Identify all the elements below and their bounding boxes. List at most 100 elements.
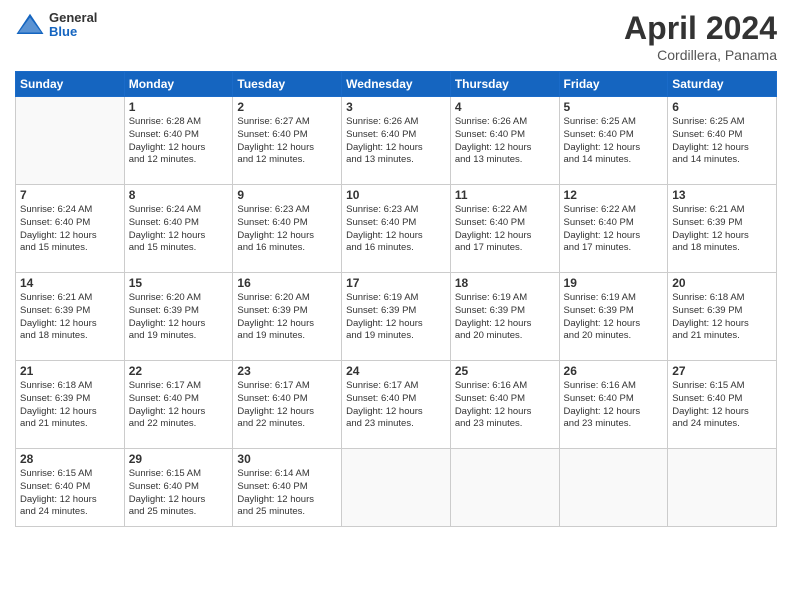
day-number: 19 <box>564 276 664 290</box>
day-info: Sunrise: 6:22 AM Sunset: 6:40 PM Dayligh… <box>455 204 555 255</box>
day-number: 24 <box>346 364 446 378</box>
table-row: 13 Sunrise: 6:21 AM Sunset: 6:39 PM Dayli… <box>668 185 777 273</box>
day-info: Sunrise: 6:16 AM Sunset: 6:40 PM Dayligh… <box>564 380 664 431</box>
table-row: 26 Sunrise: 6:16 AM Sunset: 6:40 PM Dayli… <box>559 361 668 449</box>
col-sunday: Sunday <box>16 72 125 97</box>
day-info: Sunrise: 6:20 AM Sunset: 6:39 PM Dayligh… <box>129 292 229 343</box>
day-info: Sunrise: 6:19 AM Sunset: 6:39 PM Dayligh… <box>564 292 664 343</box>
col-wednesday: Wednesday <box>342 72 451 97</box>
day-number: 2 <box>237 100 337 114</box>
day-info: Sunrise: 6:28 AM Sunset: 6:40 PM Dayligh… <box>129 116 229 167</box>
day-info: Sunrise: 6:27 AM Sunset: 6:40 PM Dayligh… <box>237 116 337 167</box>
day-info: Sunrise: 6:18 AM Sunset: 6:39 PM Dayligh… <box>672 292 772 343</box>
day-number: 15 <box>129 276 229 290</box>
day-number: 9 <box>237 188 337 202</box>
table-row: 11 Sunrise: 6:22 AM Sunset: 6:40 PM Dayli… <box>450 185 559 273</box>
table-row: 30 Sunrise: 6:14 AM Sunset: 6:40 PM Dayli… <box>233 449 342 527</box>
table-row: 25 Sunrise: 6:16 AM Sunset: 6:40 PM Dayli… <box>450 361 559 449</box>
table-row: 18Sunrise: 6:19 AM Sunset: 6:39 PM Dayli… <box>450 273 559 361</box>
logo-general: General <box>49 11 97 25</box>
day-number: 6 <box>672 100 772 114</box>
day-info: Sunrise: 6:21 AM Sunset: 6:39 PM Dayligh… <box>672 204 772 255</box>
day-number: 18 <box>455 276 555 290</box>
day-number: 27 <box>672 364 772 378</box>
day-number: 22 <box>129 364 229 378</box>
col-tuesday: Tuesday <box>233 72 342 97</box>
day-info: Sunrise: 6:17 AM Sunset: 6:40 PM Dayligh… <box>129 380 229 431</box>
day-number: 30 <box>237 452 337 466</box>
day-info: Sunrise: 6:15 AM Sunset: 6:40 PM Dayligh… <box>129 468 229 519</box>
day-info: Sunrise: 6:15 AM Sunset: 6:40 PM Dayligh… <box>20 468 120 519</box>
table-row: 5 Sunrise: 6:25 AM Sunset: 6:40 PM Daylig… <box>559 97 668 185</box>
table-row: 8 Sunrise: 6:24 AM Sunset: 6:40 PM Daylig… <box>124 185 233 273</box>
day-number: 7 <box>20 188 120 202</box>
table-row: 23Sunrise: 6:17 AM Sunset: 6:40 PM Dayli… <box>233 361 342 449</box>
table-row: 14 Sunrise: 6:21 AM Sunset: 6:39 PM Dayli… <box>16 273 125 361</box>
day-info: Sunrise: 6:17 AM Sunset: 6:40 PM Dayligh… <box>237 380 337 431</box>
day-info: Sunrise: 6:14 AM Sunset: 6:40 PM Dayligh… <box>237 468 337 519</box>
day-number: 28 <box>20 452 120 466</box>
day-info: Sunrise: 6:15 AM Sunset: 6:40 PM Dayligh… <box>672 380 772 431</box>
day-number: 13 <box>672 188 772 202</box>
day-number: 25 <box>455 364 555 378</box>
day-number: 16 <box>237 276 337 290</box>
day-info: Sunrise: 6:24 AM Sunset: 6:40 PM Dayligh… <box>20 204 120 255</box>
table-row: 6Sunrise: 6:25 AM Sunset: 6:40 PM Daylig… <box>668 97 777 185</box>
table-row: 17Sunrise: 6:19 AM Sunset: 6:39 PM Dayli… <box>342 273 451 361</box>
day-info: Sunrise: 6:17 AM Sunset: 6:40 PM Dayligh… <box>346 380 446 431</box>
day-number: 14 <box>20 276 120 290</box>
day-number: 20 <box>672 276 772 290</box>
day-info: Sunrise: 6:26 AM Sunset: 6:40 PM Dayligh… <box>455 116 555 167</box>
table-row: 21Sunrise: 6:18 AM Sunset: 6:39 PM Dayli… <box>16 361 125 449</box>
table-row <box>450 449 559 527</box>
table-row: 4 Sunrise: 6:26 AM Sunset: 6:40 PM Daylig… <box>450 97 559 185</box>
table-row: 9 Sunrise: 6:23 AM Sunset: 6:40 PM Daylig… <box>233 185 342 273</box>
day-number: 21 <box>20 364 120 378</box>
page: General Blue April 2024 Cordillera, Pana… <box>0 0 792 612</box>
day-number: 26 <box>564 364 664 378</box>
day-info: Sunrise: 6:20 AM Sunset: 6:39 PM Dayligh… <box>237 292 337 343</box>
day-info: Sunrise: 6:24 AM Sunset: 6:40 PM Dayligh… <box>129 204 229 255</box>
day-number: 29 <box>129 452 229 466</box>
table-row: 3Sunrise: 6:26 AM Sunset: 6:40 PM Daylig… <box>342 97 451 185</box>
col-friday: Friday <box>559 72 668 97</box>
table-row: 20 Sunrise: 6:18 AM Sunset: 6:39 PM Dayli… <box>668 273 777 361</box>
calendar-header-row: Sunday Monday Tuesday Wednesday Thursday… <box>16 72 777 97</box>
day-number: 11 <box>455 188 555 202</box>
table-row: 1 Sunrise: 6:28 AM Sunset: 6:40 PM Daylig… <box>124 97 233 185</box>
logo-text: General Blue <box>49 11 97 40</box>
table-row: 12Sunrise: 6:22 AM Sunset: 6:40 PM Dayli… <box>559 185 668 273</box>
day-number: 4 <box>455 100 555 114</box>
day-info: Sunrise: 6:25 AM Sunset: 6:40 PM Dayligh… <box>564 116 664 167</box>
day-info: Sunrise: 6:19 AM Sunset: 6:39 PM Dayligh… <box>346 292 446 343</box>
calendar-table: Sunday Monday Tuesday Wednesday Thursday… <box>15 71 777 527</box>
day-info: Sunrise: 6:21 AM Sunset: 6:39 PM Dayligh… <box>20 292 120 343</box>
table-row <box>559 449 668 527</box>
table-row: 19 Sunrise: 6:19 AM Sunset: 6:39 PM Dayli… <box>559 273 668 361</box>
calendar-title: April 2024 <box>624 10 777 47</box>
table-row <box>342 449 451 527</box>
day-number: 1 <box>129 100 229 114</box>
page-header: General Blue April 2024 Cordillera, Pana… <box>15 10 777 63</box>
table-row: 7 Sunrise: 6:24 AM Sunset: 6:40 PM Daylig… <box>16 185 125 273</box>
logo: General Blue <box>15 10 97 40</box>
day-number: 10 <box>346 188 446 202</box>
table-row <box>668 449 777 527</box>
col-thursday: Thursday <box>450 72 559 97</box>
table-row: 22 Sunrise: 6:17 AM Sunset: 6:40 PM Dayli… <box>124 361 233 449</box>
title-block: April 2024 Cordillera, Panama <box>624 10 777 63</box>
table-row <box>16 97 125 185</box>
day-info: Sunrise: 6:26 AM Sunset: 6:40 PM Dayligh… <box>346 116 446 167</box>
calendar-subtitle: Cordillera, Panama <box>624 47 777 63</box>
day-number: 8 <box>129 188 229 202</box>
table-row: 24 Sunrise: 6:17 AM Sunset: 6:40 PM Dayli… <box>342 361 451 449</box>
day-info: Sunrise: 6:16 AM Sunset: 6:40 PM Dayligh… <box>455 380 555 431</box>
table-row: 28 Sunrise: 6:15 AM Sunset: 6:40 PM Dayli… <box>16 449 125 527</box>
calendar-body: 1 Sunrise: 6:28 AM Sunset: 6:40 PM Daylig… <box>16 97 777 527</box>
day-number: 5 <box>564 100 664 114</box>
col-monday: Monday <box>124 72 233 97</box>
day-info: Sunrise: 6:23 AM Sunset: 6:40 PM Dayligh… <box>237 204 337 255</box>
table-row: 2 Sunrise: 6:27 AM Sunset: 6:40 PM Daylig… <box>233 97 342 185</box>
col-saturday: Saturday <box>668 72 777 97</box>
table-row: 16 Sunrise: 6:20 AM Sunset: 6:39 PM Dayli… <box>233 273 342 361</box>
